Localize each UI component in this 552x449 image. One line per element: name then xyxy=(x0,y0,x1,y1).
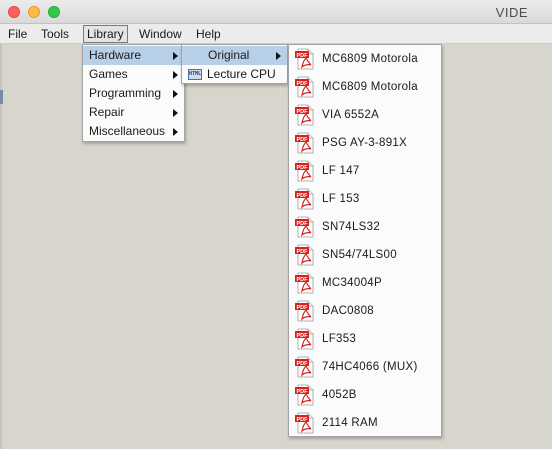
pdf-menu-item[interactable]: PDF PSG AY-3-891X xyxy=(289,129,441,157)
pdf-item-label: 74HC4066 (MUX) xyxy=(322,361,418,373)
pdf-menu-item[interactable]: PDF SN54/74LS00 xyxy=(289,241,441,269)
pdf-file-icon: PDF xyxy=(295,132,314,154)
menu-item-label: Hardware xyxy=(89,48,142,62)
menu-tools[interactable]: Tools xyxy=(38,25,72,43)
pdf-file-icon: PDF xyxy=(295,48,314,70)
pdf-item-label: LF353 xyxy=(322,333,357,345)
submenu-arrow-icon xyxy=(173,128,178,136)
pdf-item-label: SN74LS32 xyxy=(322,221,381,233)
pdf-file-icon: PDF xyxy=(295,328,314,350)
menu-item-original[interactable]: Original xyxy=(182,46,287,65)
pdf-menu-item[interactable]: PDF 2114 RAM xyxy=(289,409,441,437)
pdf-menu-item[interactable]: PDF MC6809 Motorola xyxy=(289,45,441,73)
menu-item-label: Games xyxy=(89,67,128,81)
pdf-item-label: MC6809 Motorola xyxy=(322,81,418,93)
pdf-file-icon: PDF xyxy=(295,412,314,434)
pdf-file-icon: PDF xyxy=(295,384,314,406)
pdf-item-label: VIA 6552A xyxy=(322,109,380,121)
window-title: VIDE xyxy=(495,5,528,20)
menu-item-label: Programming xyxy=(89,86,162,100)
pdf-file-icon: PDF xyxy=(295,160,314,182)
pdf-menu-item[interactable]: PDF DAC0808 xyxy=(289,297,441,325)
original-submenu: PDF MC6809 Motorola PDF MC6809 Motorola … xyxy=(288,44,442,437)
menu-item-label: Lecture CPU xyxy=(207,67,276,81)
menu-item-hardware[interactable]: Hardware xyxy=(83,46,184,65)
pdf-menu-item[interactable]: PDF LF353 xyxy=(289,325,441,353)
pdf-item-label: DAC0808 xyxy=(322,305,374,317)
zoom-window-button[interactable] xyxy=(48,6,60,18)
pdf-file-icon: PDF xyxy=(295,272,314,294)
pdf-item-label: MC6809 Motorola xyxy=(322,53,418,65)
pdf-item-label: LF 153 xyxy=(322,193,360,205)
html-file-icon: HTML xyxy=(188,69,202,80)
pdf-menu-item[interactable]: PDF SN74LS32 xyxy=(289,213,441,241)
pdf-item-label: LF 147 xyxy=(322,165,360,177)
menu-item-repair[interactable]: Repair xyxy=(83,103,184,122)
window-content-edge xyxy=(0,44,2,449)
pdf-file-icon: PDF xyxy=(295,216,314,238)
menu-item-games[interactable]: Games xyxy=(83,65,184,84)
pdf-menu-item[interactable]: PDF MC34004P xyxy=(289,269,441,297)
pdf-menu-item[interactable]: PDF MC6809 Motorola xyxy=(289,73,441,101)
menu-item-miscellaneous[interactable]: Miscellaneous xyxy=(83,122,184,141)
submenu-arrow-icon xyxy=(173,109,178,117)
menu-file[interactable]: File xyxy=(5,25,30,43)
title-bar: VIDE xyxy=(0,0,552,24)
menu-item-label: Miscellaneous xyxy=(89,124,166,138)
submenu-arrow-icon xyxy=(173,71,178,79)
menu-item-lecture-cpu[interactable]: HTML Lecture CPU xyxy=(182,65,287,84)
menu-library[interactable]: Library xyxy=(83,25,128,43)
submenu-arrow-icon xyxy=(276,52,281,60)
minimize-window-button[interactable] xyxy=(28,6,40,18)
pdf-item-label: MC34004P xyxy=(322,277,382,289)
library-menu: Hardware Games Programming Repair Miscel… xyxy=(82,44,185,142)
menu-item-programming[interactable]: Programming xyxy=(83,84,184,103)
menu-window[interactable]: Window xyxy=(136,25,185,43)
pdf-file-icon: PDF xyxy=(295,300,314,322)
submenu-arrow-icon xyxy=(173,52,178,60)
pdf-item-label: PSG AY-3-891X xyxy=(322,137,408,149)
pdf-file-icon: PDF xyxy=(295,188,314,210)
pdf-file-icon: PDF xyxy=(295,244,314,266)
pdf-menu-item[interactable]: PDF LF 153 xyxy=(289,185,441,213)
submenu-arrow-icon xyxy=(173,90,178,98)
pdf-file-icon: PDF xyxy=(295,104,314,126)
menu-item-label: Original xyxy=(208,48,250,62)
pdf-item-label: SN54/74LS00 xyxy=(322,249,397,261)
pdf-file-icon: PDF xyxy=(295,76,314,98)
hardware-submenu: Original HTML Lecture CPU xyxy=(181,44,288,84)
pdf-menu-item[interactable]: PDF 74HC4066 (MUX) xyxy=(289,353,441,381)
pdf-file-icon: PDF xyxy=(295,356,314,378)
pdf-menu-item[interactable]: PDF VIA 6552A xyxy=(289,101,441,129)
pdf-menu-item[interactable]: PDF 4052B xyxy=(289,381,441,409)
menu-item-label: Repair xyxy=(89,105,125,119)
close-window-button[interactable] xyxy=(8,6,20,18)
pdf-menu-item[interactable]: PDF LF 147 xyxy=(289,157,441,185)
pdf-item-label: 2114 RAM xyxy=(322,417,378,429)
menu-help[interactable]: Help xyxy=(193,25,224,43)
menu-bar: File Tools Library Window Help xyxy=(0,24,552,44)
pdf-item-label: 4052B xyxy=(322,389,357,401)
content-marker xyxy=(0,90,3,104)
